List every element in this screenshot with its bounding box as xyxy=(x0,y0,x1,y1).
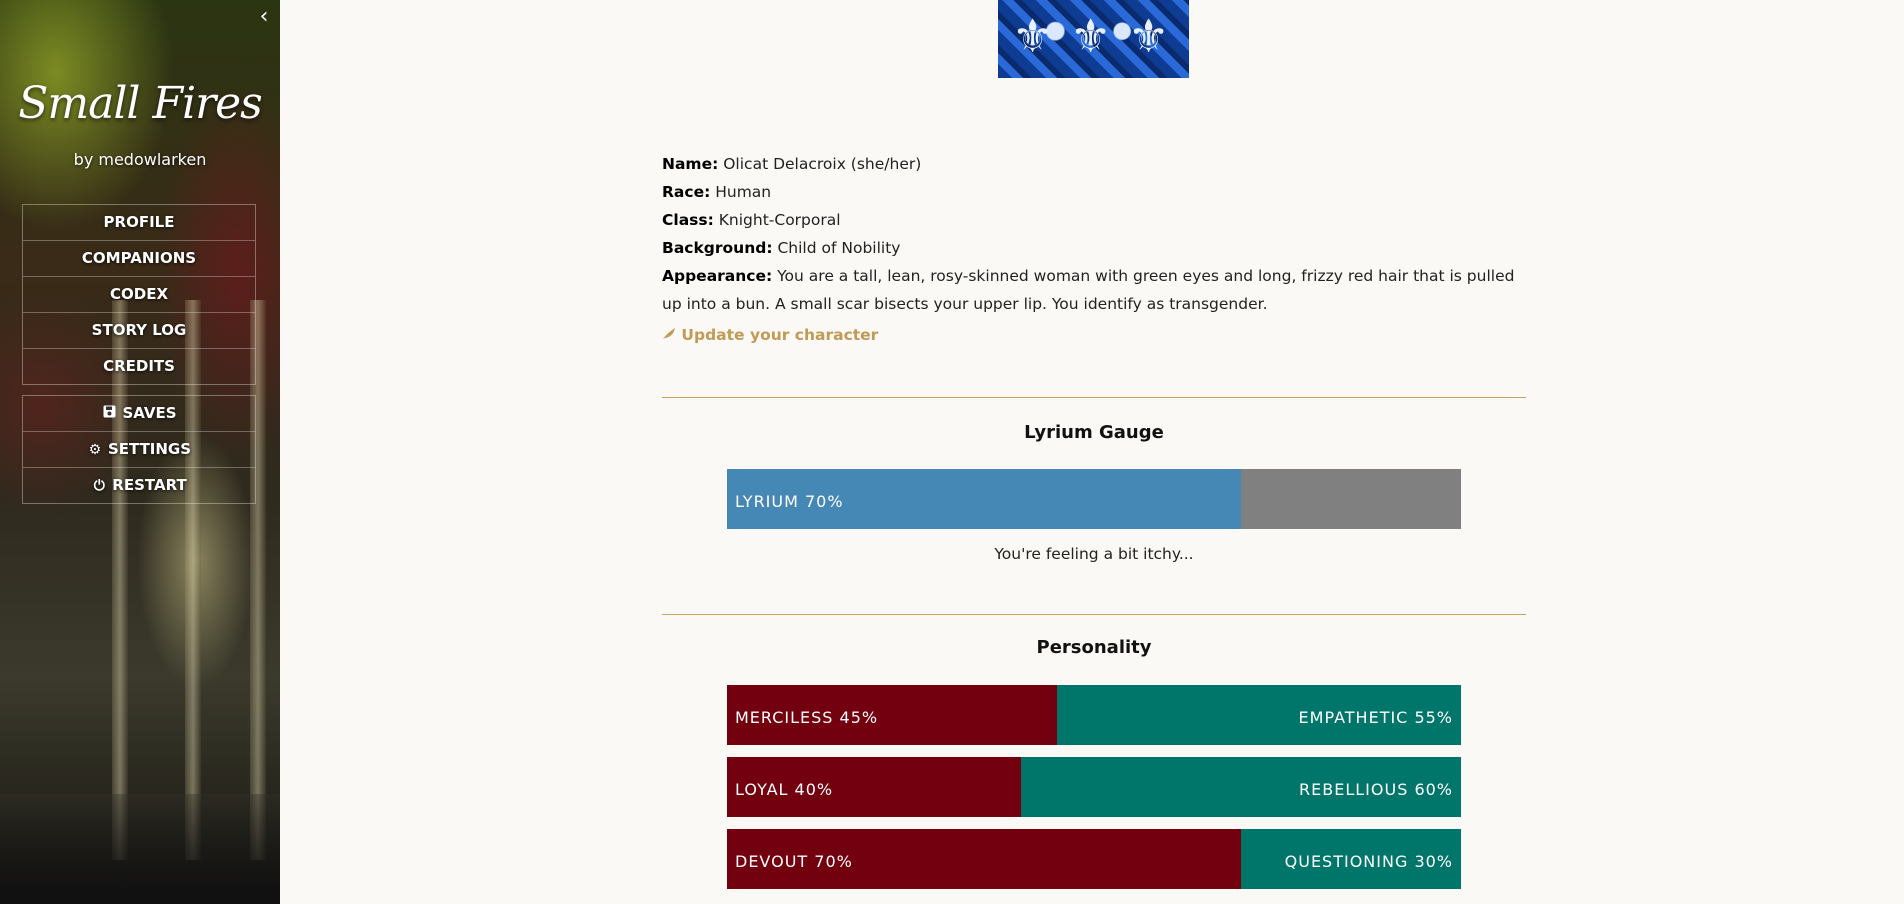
menu-settings[interactable]: ⚙ SETTINGS xyxy=(23,431,255,467)
personality-right-label: REBELLIOUS 60% xyxy=(1299,780,1453,799)
update-character-link[interactable]: Update your character xyxy=(662,326,1526,344)
story-author: by medowlarken xyxy=(73,150,207,169)
background-value: Child of Nobility xyxy=(777,239,901,257)
personality-right-label: QUESTIONING 30% xyxy=(1284,852,1453,871)
personality-left-label: DEVOUT 70% xyxy=(735,852,853,871)
name-value: Olicat Delacroix (she/her) xyxy=(723,155,922,173)
menu-profile[interactable]: PROFILE xyxy=(23,205,255,240)
menu-saves-label: SAVES xyxy=(122,404,177,422)
personality-left-label: LOYAL 40% xyxy=(735,780,834,799)
lyrium-label: LYRIUM 70% xyxy=(735,492,844,511)
personality-left-label: MERCILESS 45% xyxy=(735,708,879,727)
fleur-de-lis-icon: ⚜ xyxy=(1070,9,1112,63)
floppy-disk-icon xyxy=(101,397,117,432)
menu-settings-label: SETTINGS xyxy=(107,440,192,458)
menu-companions[interactable]: COMPANIONS xyxy=(23,240,255,276)
profile-race-row: Race: Human xyxy=(662,178,1526,206)
menu-restart-label: RESTART xyxy=(112,476,187,494)
race-label: Race: xyxy=(662,183,711,201)
profile-class-row: Class: Knight-Corporal xyxy=(662,206,1526,234)
feather-icon xyxy=(662,326,681,344)
lyrium-gauge-bar: LYRIUM 70% xyxy=(727,469,1461,529)
gear-icon: ⚙ xyxy=(88,442,102,458)
personality-title: Personality xyxy=(1036,637,1152,658)
menu-restart[interactable]: ⏻ RESTART xyxy=(23,467,255,503)
fleur-de-lis-icon: ⚜ xyxy=(1128,9,1170,63)
power-icon: ⏻ xyxy=(93,478,105,494)
personality-bar-loyalty: LOYAL 40% REBELLIOUS 60% xyxy=(727,757,1461,817)
race-value: Human xyxy=(715,183,772,201)
name-label: Name: xyxy=(662,155,719,173)
personality-bar-mercy: MERCILESS 45% EMPATHETIC 55% xyxy=(727,685,1461,745)
menu-credits[interactable]: CREDITS xyxy=(23,348,255,384)
character-profile: Name: Olicat Delacroix (she/her) Race: H… xyxy=(662,150,1526,344)
section-divider xyxy=(662,397,1526,398)
profile-background-row: Background: Child of Nobility xyxy=(662,234,1526,262)
section-divider xyxy=(662,614,1526,615)
profile-name-row: Name: Olicat Delacroix (she/her) xyxy=(662,150,1526,178)
chevron-left-icon[interactable]: ‹ xyxy=(254,4,274,30)
class-label: Class: xyxy=(662,211,714,229)
fleur-de-lis-icon: ⚜ xyxy=(1012,9,1054,63)
class-value: Knight-Corporal xyxy=(718,211,841,229)
lyrium-status-text: You're feeling a bit itchy... xyxy=(994,545,1194,563)
sidebar: ‹ Small Fires by medowlarken PROFILE COM… xyxy=(0,0,280,904)
profile-appearance-row: Appearance: You are a tall, lean, rosy-s… xyxy=(662,262,1526,318)
update-character-label: Update your character xyxy=(681,326,879,344)
stained-glass-image: ⚜ ⚜ ⚜ xyxy=(998,0,1189,78)
menu-story-log[interactable]: STORY LOG xyxy=(23,312,255,348)
background-label: Background: xyxy=(662,239,773,257)
system-menu: SAVES ⚙ SETTINGS ⏻ RESTART xyxy=(22,395,256,504)
story-title: Small Fires xyxy=(18,78,262,129)
personality-right-label: EMPATHETIC 55% xyxy=(1298,708,1453,727)
appearance-value: You are a tall, lean, rosy-skinned woman… xyxy=(662,267,1515,313)
lyrium-empty xyxy=(1240,469,1461,529)
appearance-label: Appearance: xyxy=(662,267,773,285)
background-ground xyxy=(0,794,280,904)
personality-bar-faith: DEVOUT 70% QUESTIONING 30% xyxy=(727,829,1461,889)
menu-codex[interactable]: CODEX xyxy=(23,276,255,312)
lyrium-gauge-title: Lyrium Gauge xyxy=(1024,422,1164,443)
main-menu: PROFILE COMPANIONS CODEX STORY LOG CREDI… xyxy=(22,204,256,385)
menu-saves[interactable]: SAVES xyxy=(23,396,255,431)
